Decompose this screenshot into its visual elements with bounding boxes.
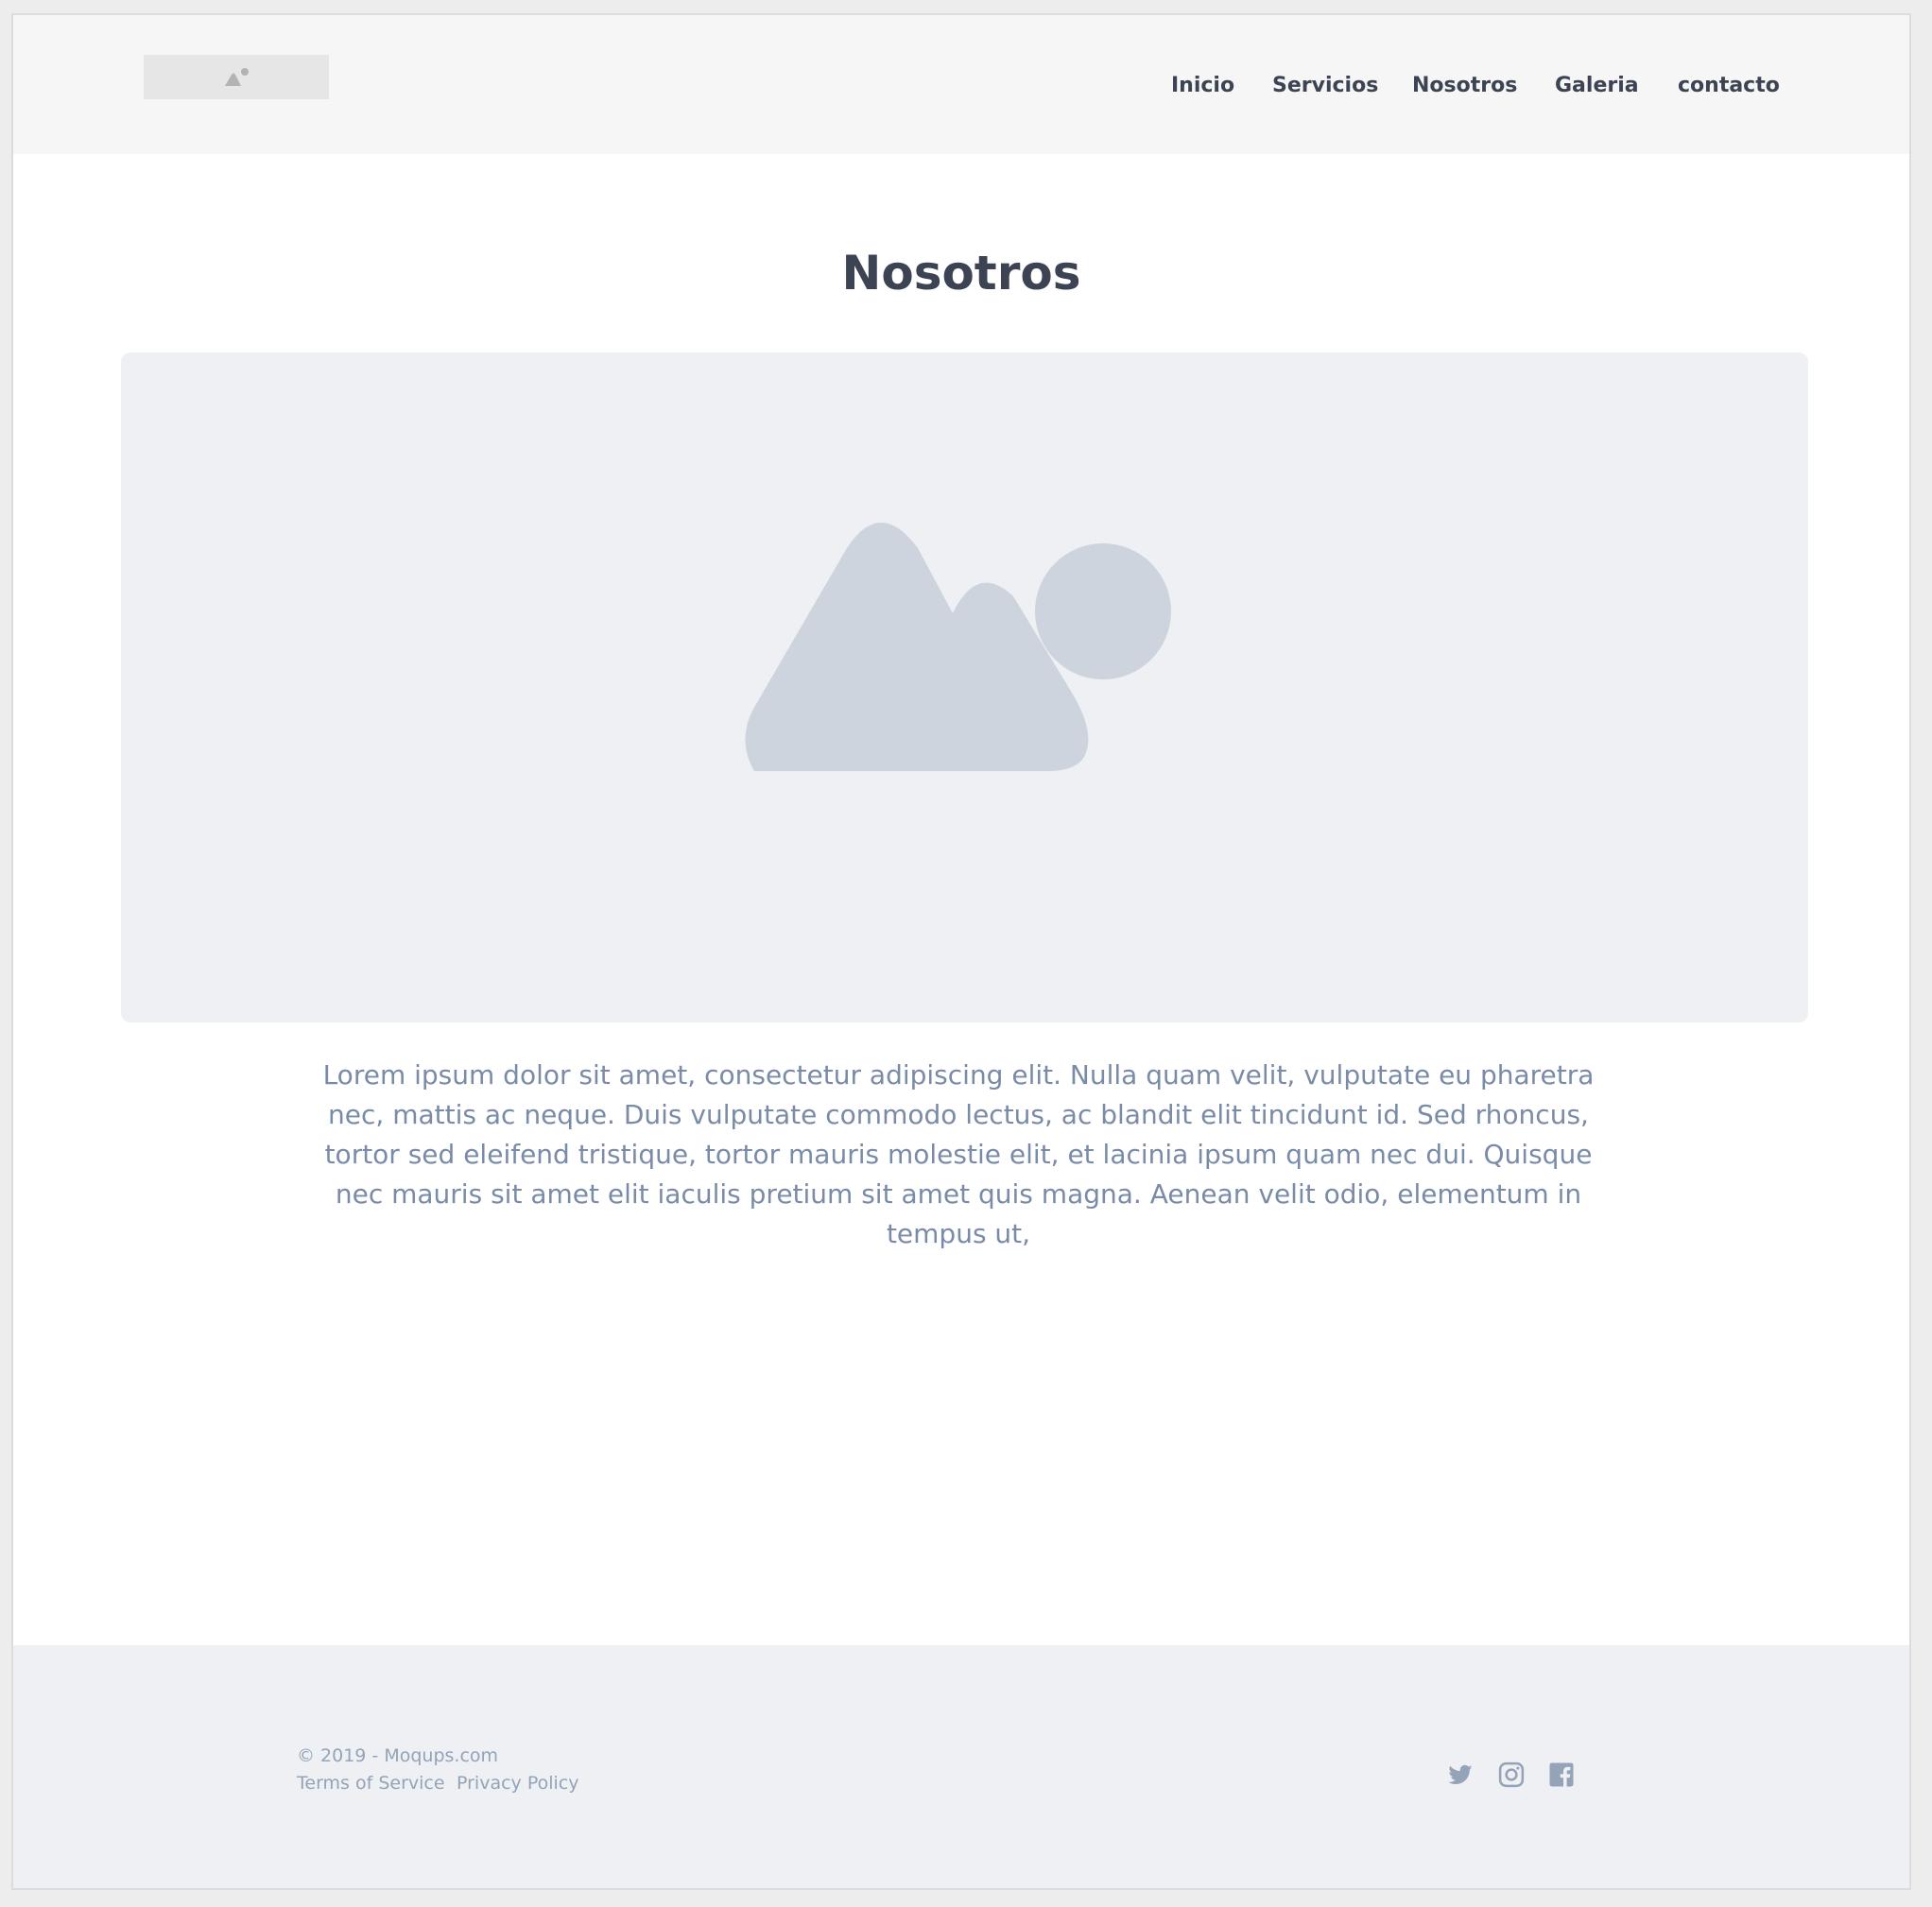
nav-item-nosotros[interactable]: Nosotros [1412,74,1517,97]
nav-item-galeria[interactable]: Galeria [1555,74,1639,97]
twitter-icon[interactable] [1446,1761,1475,1789]
copyright-text: © 2019 - Moqups.com [297,1745,499,1766]
hero-image-placeholder [121,352,1808,1022]
main-nav: Inicio Servicios Nosotros Galeria contac… [13,74,1909,106]
site-footer: © 2019 - Moqups.com Terms of Service Pri… [13,1645,1909,1888]
about-paragraph: Lorem ipsum dolor sit amet, consectetur … [322,1059,1595,1249]
nav-item-contacto[interactable]: contacto [1678,74,1780,97]
nav-item-servicios[interactable]: Servicios [1272,74,1378,97]
nav-item-inicio[interactable]: Inicio [1171,74,1234,97]
page-frame: Inicio Servicios Nosotros Galeria contac… [11,13,1911,1890]
instagram-icon[interactable] [1497,1761,1526,1789]
privacy-policy-link[interactable]: Privacy Policy [457,1773,578,1794]
page-title: Nosotros [841,246,1081,301]
terms-of-service-link[interactable]: Terms of Service [297,1773,445,1794]
facebook-icon[interactable] [1547,1761,1576,1789]
mountain-image-icon [745,523,1171,771]
site-header: Inicio Servicios Nosotros Galeria contac… [13,15,1909,154]
